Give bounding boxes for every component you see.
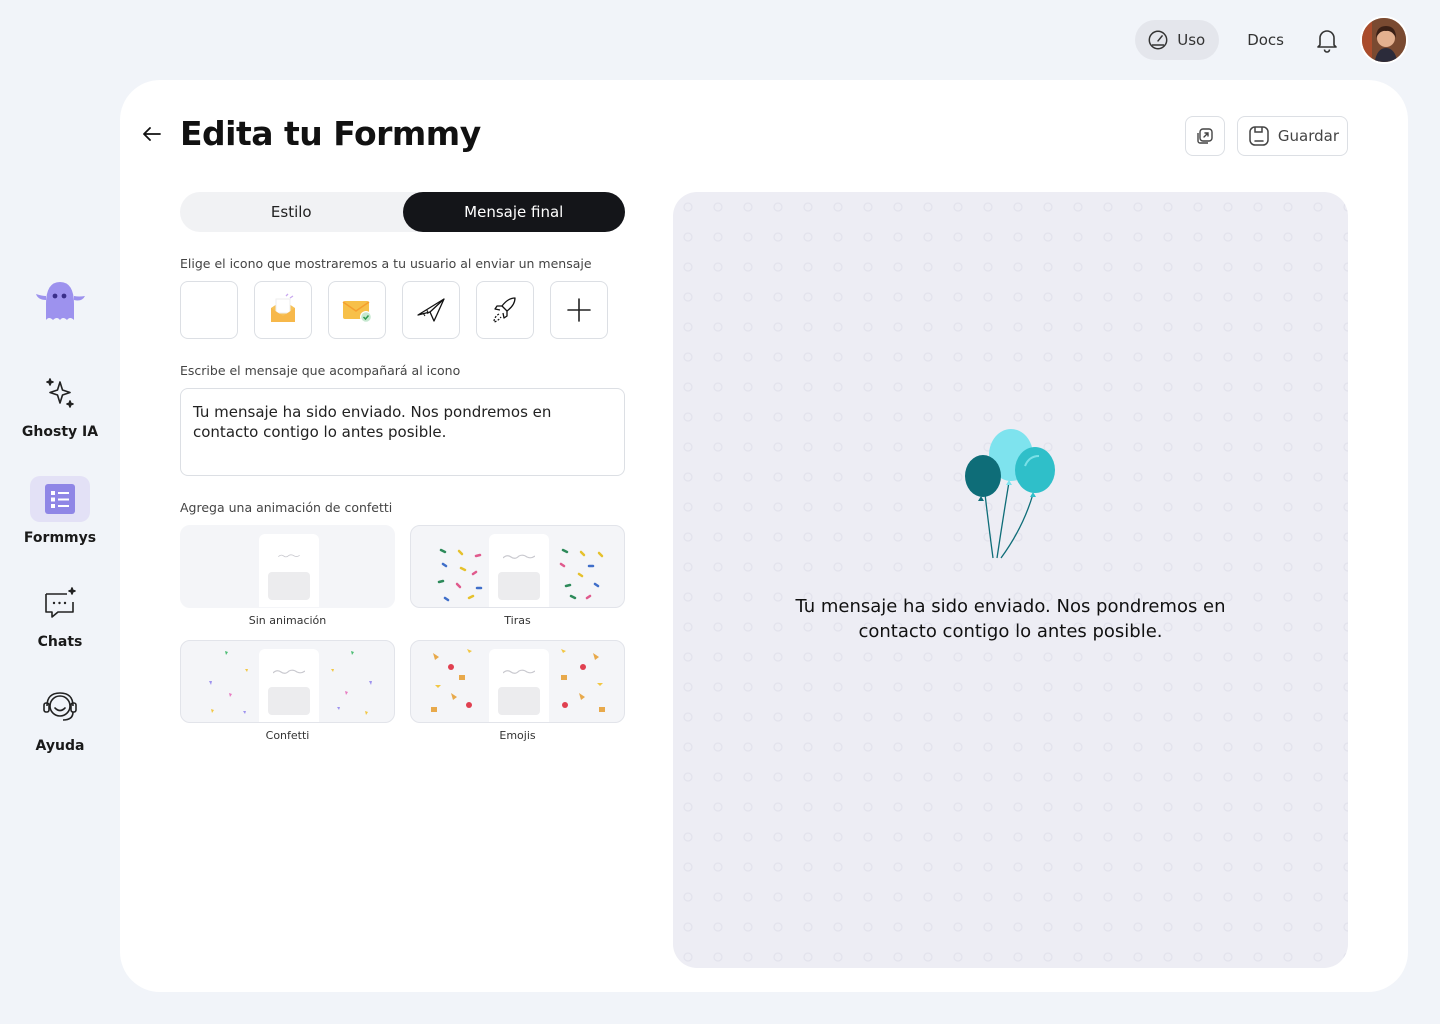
balloons-icon bbox=[965, 429, 1055, 559]
form-list-icon bbox=[30, 476, 90, 522]
chat-icon bbox=[30, 580, 90, 626]
docs-link[interactable]: Docs bbox=[1237, 31, 1294, 49]
message-textarea[interactable]: Tu mensaje ha sido enviado. Nos pondremo… bbox=[180, 388, 625, 476]
external-link-icon bbox=[1197, 128, 1213, 144]
message-section-label: Escribe el mensaje que acompañará al ico… bbox=[180, 363, 461, 378]
sidebar-item-label: Formmys bbox=[23, 530, 97, 546]
confetti-option-label: Tiras bbox=[504, 614, 531, 627]
sidebar-item-label: Ayuda bbox=[35, 738, 85, 754]
message-preview: Tu mensaje ha sido enviado. Nos pondremo… bbox=[673, 192, 1348, 968]
plus-icon bbox=[567, 298, 591, 322]
icon-option-none[interactable] bbox=[180, 281, 238, 339]
editor-tabs: Estilo Mensaje final bbox=[180, 192, 625, 232]
confetti-preview bbox=[180, 525, 395, 608]
confetti-preview bbox=[410, 640, 625, 723]
add-icon-button[interactable] bbox=[550, 281, 608, 339]
confetti-option-label: Emojis bbox=[499, 729, 536, 742]
ghost-logo-icon[interactable] bbox=[32, 270, 88, 326]
preview-message: Tu mensaje ha sido enviado. Nos pondremo… bbox=[795, 596, 1226, 642]
usage-button[interactable]: Uso bbox=[1135, 20, 1220, 60]
confetti-section-label: Agrega una animación de confetti bbox=[180, 500, 393, 515]
open-envelope-icon bbox=[271, 293, 295, 322]
sidebar-item-label: Chats bbox=[37, 634, 83, 650]
tab-estilo[interactable]: Estilo bbox=[180, 192, 403, 232]
open-preview-button[interactable] bbox=[1184, 116, 1225, 156]
preview-pattern bbox=[673, 192, 1348, 968]
paper-plane-icon bbox=[417, 298, 445, 322]
sidebar-item-label: Ghosty IA bbox=[21, 424, 99, 440]
back-arrow-icon[interactable] bbox=[140, 122, 164, 146]
page-title: Edita tu Formmy bbox=[180, 114, 481, 153]
sidebar-item-ghosty[interactable]: Ghosty IA bbox=[0, 370, 120, 440]
icon-option-mail-check[interactable] bbox=[328, 281, 386, 339]
save-icon bbox=[1249, 126, 1269, 146]
confetti-option-tiras[interactable]: Tiras bbox=[410, 525, 625, 627]
confetti-option-label: Sin animación bbox=[248, 614, 327, 627]
tab-mensaje-final[interactable]: Mensaje final bbox=[402, 192, 625, 232]
confetti-option-label: Confetti bbox=[265, 729, 310, 742]
icon-option-envelope[interactable] bbox=[254, 281, 312, 339]
gauge-icon bbox=[1148, 30, 1168, 50]
save-button[interactable]: Guardar bbox=[1236, 116, 1348, 156]
editor-card: Edita tu Formmy Guardar Estilo Mensaje f… bbox=[120, 80, 1408, 992]
icon-section-label: Elige el icono que mostraremos a tu usua… bbox=[180, 256, 592, 271]
avatar[interactable] bbox=[1360, 16, 1408, 64]
icon-option-rocket[interactable] bbox=[476, 281, 534, 339]
icon-option-paper-plane[interactable] bbox=[402, 281, 460, 339]
sidebar-item-formmys[interactable]: Formmys bbox=[0, 476, 120, 546]
confetti-option-confetti[interactable]: Confetti bbox=[180, 640, 395, 742]
usage-label: Uso bbox=[1177, 31, 1206, 49]
rocket-icon bbox=[493, 297, 516, 323]
sparkles-icon bbox=[30, 370, 90, 416]
bell-icon[interactable] bbox=[1312, 25, 1342, 55]
confetti-preview bbox=[180, 640, 395, 723]
icon-options bbox=[180, 281, 608, 339]
sidebar-item-chats[interactable]: Chats bbox=[0, 580, 120, 650]
confetti-option-emojis[interactable]: Emojis bbox=[410, 640, 625, 742]
top-bar: Uso Docs bbox=[1135, 16, 1408, 64]
confetti-preview bbox=[410, 525, 625, 608]
confetti-option-none[interactable]: Sin animación bbox=[180, 525, 395, 627]
sidebar-item-ayuda[interactable]: Ayuda bbox=[0, 684, 120, 754]
header-actions: Guardar bbox=[1184, 116, 1348, 156]
save-label: Guardar bbox=[1277, 127, 1339, 145]
support-headset-icon bbox=[30, 684, 90, 730]
mail-check-icon bbox=[342, 301, 372, 323]
